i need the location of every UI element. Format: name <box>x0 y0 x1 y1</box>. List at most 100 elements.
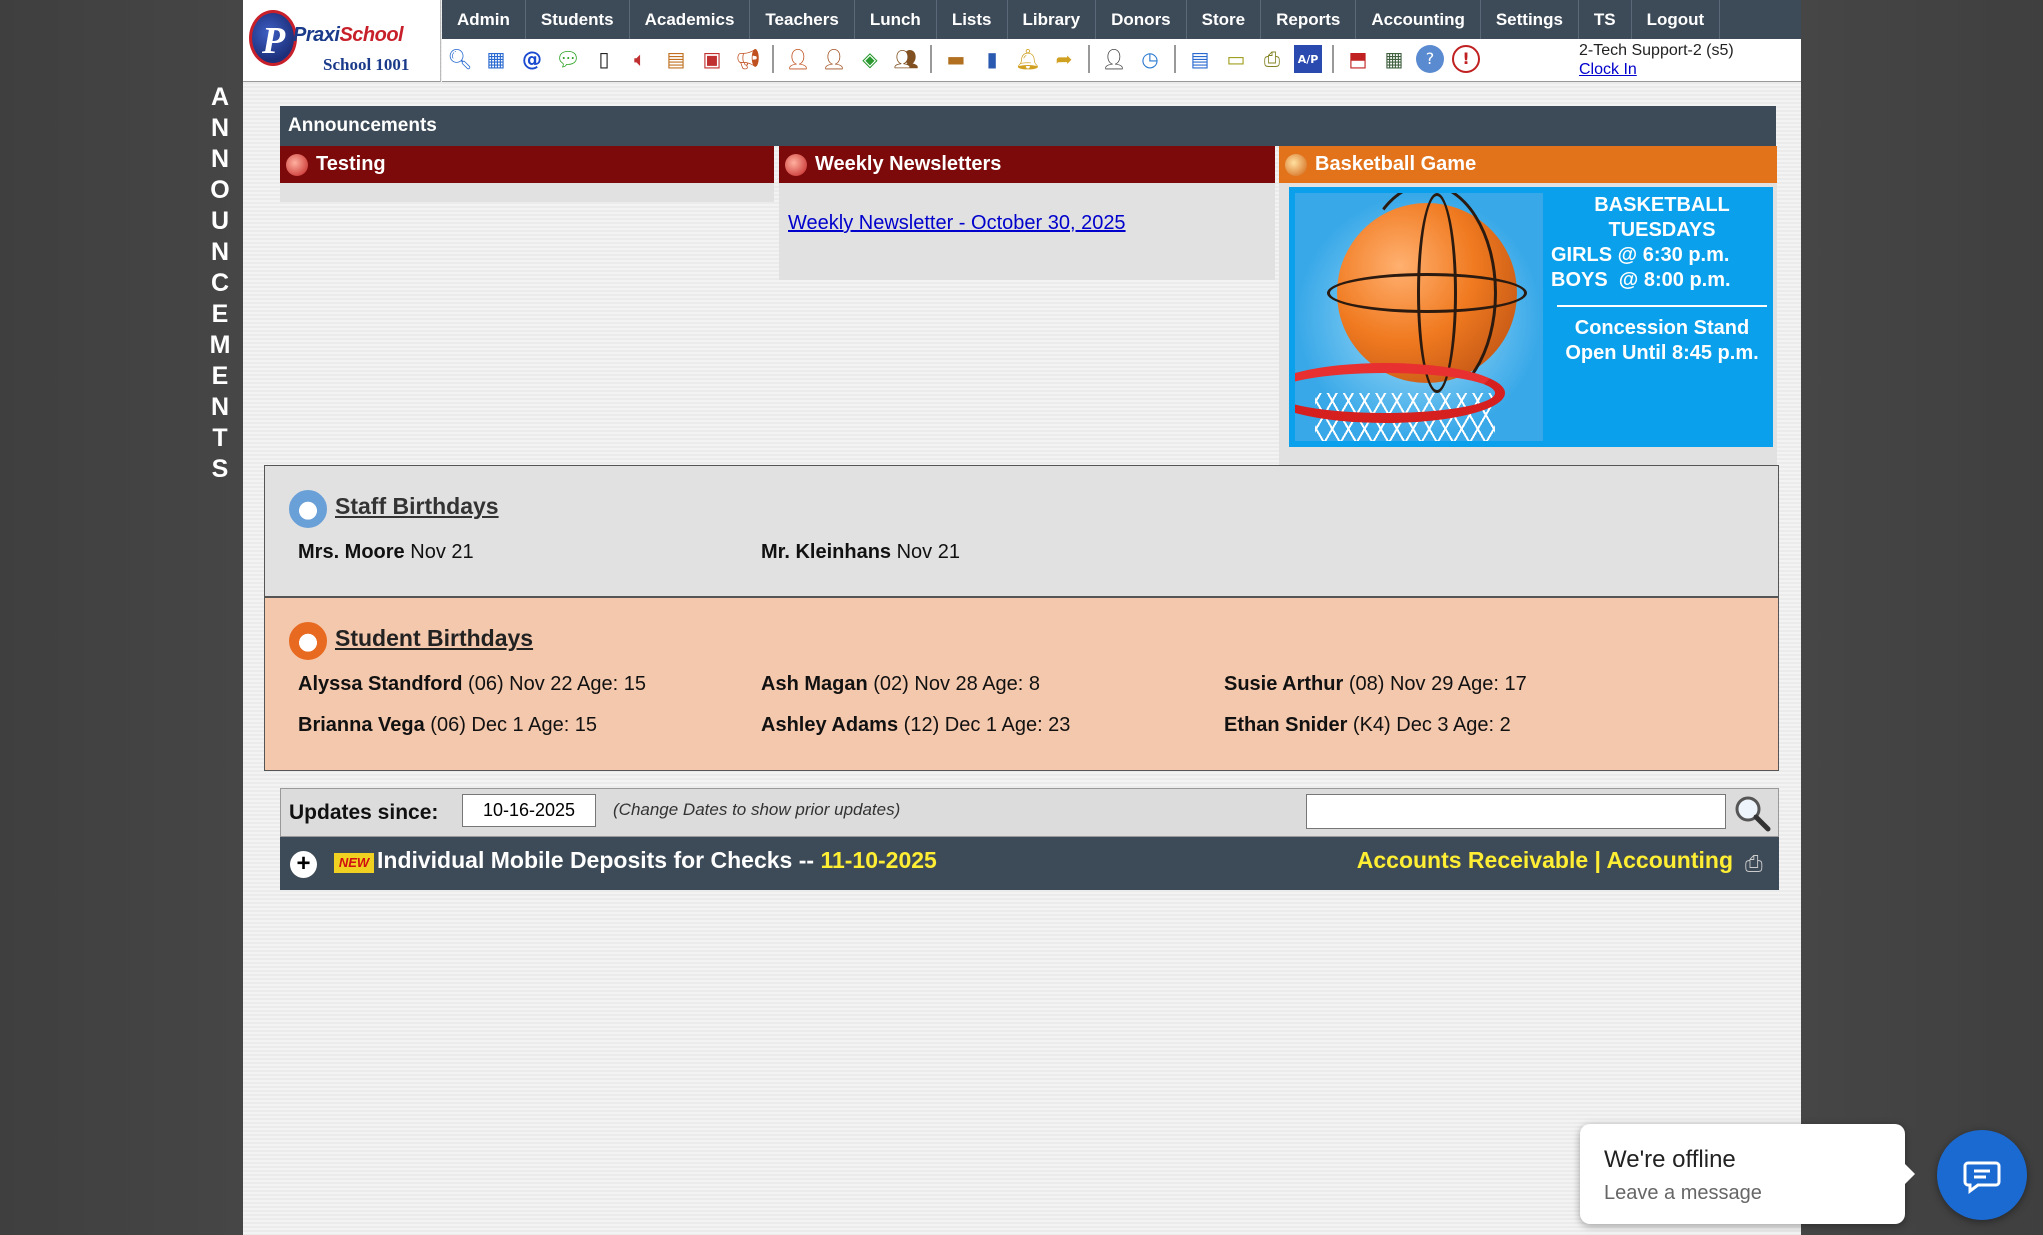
nav-students[interactable]: Students <box>526 0 630 39</box>
user-icon[interactable]: 👤︎ <box>820 45 848 73</box>
nav-reports[interactable]: Reports <box>1261 0 1357 39</box>
announcement-body <box>280 183 774 202</box>
side-letter: E <box>211 300 229 328</box>
update-item: + NEW Individual Mobile Deposits for Che… <box>280 837 1779 890</box>
main-frame: P PraxiSchool School 1001 Admin Students… <box>243 0 1801 1235</box>
update-categories: Accounts Receivable | Accounting <box>1356 847 1734 873</box>
expand-icon[interactable]: + <box>290 851 317 878</box>
nav-academics[interactable]: Academics <box>630 0 751 39</box>
nav-accounting[interactable]: Accounting <box>1356 0 1481 39</box>
search-icon[interactable] <box>1732 793 1772 833</box>
logo[interactable]: P PraxiSchool School 1001 <box>243 0 441 82</box>
birthday-cake-icon <box>289 490 327 528</box>
chat-popup[interactable]: We're offline Leave a message <box>1580 1124 1915 1224</box>
window-icon[interactable]: ▤ <box>662 45 690 73</box>
alert-icon[interactable]: ! <box>1452 45 1480 73</box>
nav-ts[interactable]: TS <box>1579 0 1632 39</box>
nav-store[interactable]: Store <box>1187 0 1262 39</box>
pdf-icon[interactable]: ⬒ <box>1344 45 1372 73</box>
basketball-flyer: BASKETBALL TUESDAYS GIRLS @ 6:30 p.m. BO… <box>1289 187 1773 447</box>
birthday-entry: Mrs. Moore Nov 21 <box>298 541 474 563</box>
birthday-entry: Mr. Kleinhans Nov 21 <box>761 541 960 563</box>
chat-action[interactable]: Leave a message <box>1604 1182 1762 1205</box>
side-letter: N <box>210 238 230 266</box>
birthday-entry: Ethan Snider (K4) Dec 3 Age: 2 <box>1224 714 1511 736</box>
student-birthdays-title[interactable]: Student Birthdays <box>335 625 533 652</box>
card-icon[interactable]: ▭ <box>1222 45 1250 73</box>
updates-filter: Updates since: 10-16-2025 (Change Dates … <box>280 788 1779 837</box>
list-icon[interactable]: ▤ <box>1186 45 1214 73</box>
nav-donors[interactable]: Donors <box>1096 0 1187 39</box>
side-letter: A <box>210 83 230 111</box>
announcement-weekly-newsletters: Weekly Newsletters Weekly Newsletter - O… <box>779 146 1275 280</box>
calendar-icon[interactable]: ▣ <box>698 45 726 73</box>
announcement-body: BASKETBALL TUESDAYS GIRLS @ 6:30 p.m. BO… <box>1279 183 1777 465</box>
birthday-entry: Brianna Vega (06) Dec 1 Age: 15 <box>298 714 598 736</box>
side-letter: N <box>210 393 230 421</box>
birthday-entry: Alyssa Standford (06) Nov 22 Age: 15 <box>298 673 646 695</box>
nav-settings[interactable]: Settings <box>1481 0 1579 39</box>
chat-bubble-icon <box>1963 1161 2001 1194</box>
announcements-header: Announcements <box>280 106 1776 146</box>
category-link[interactable]: Accounts Receivable <box>1357 847 1588 873</box>
chat-icon[interactable]: 💬︎ <box>554 45 582 73</box>
users-icon[interactable]: 👥︎ <box>892 45 920 73</box>
announcements-side-banner: A N N O U N C E M E N T S <box>208 82 232 485</box>
school-name: School 1001 <box>323 55 410 74</box>
announcement-icon <box>286 154 308 176</box>
main-nav: Admin Students Academics Teachers Lunch … <box>442 0 1801 39</box>
birthday-cake-icon <box>289 622 327 660</box>
flyer-text: BASKETBALL TUESDAYS GIRLS @ 6:30 p.m. BO… <box>1551 193 1773 366</box>
chat-status: We're offline <box>1604 1146 1736 1173</box>
staff-birthdays-title[interactable]: Staff Birthdays <box>335 493 499 520</box>
grid-icon[interactable]: ▦ <box>482 45 510 73</box>
nav-admin[interactable]: Admin <box>442 0 526 39</box>
nav-library[interactable]: Library <box>1008 0 1097 39</box>
staff-icon[interactable]: 👤︎ <box>1100 45 1128 73</box>
basketball-image <box>1295 193 1543 441</box>
clock-in-link[interactable]: Clock In <box>1579 60 1734 79</box>
book-icon[interactable]: ▮ <box>978 45 1006 73</box>
toolbar-separator <box>1332 45 1334 73</box>
email-icon[interactable]: @ <box>518 45 546 73</box>
birthday-entry: Ashley Adams (12) Dec 1 Age: 23 <box>761 714 1071 736</box>
printer-icon[interactable]: ⎙ <box>1258 45 1286 73</box>
user-add-icon[interactable]: 👤︎ <box>784 45 812 73</box>
money-icon[interactable]: ◈ <box>856 45 884 73</box>
quick-toolbar: 🔍︎ ▦ @ 💬︎ ▯ 🔈︎ ▤ ▣ 📢︎ 👤︎ 👤︎ ◈ 👥︎ ▬ ▮ 🔔︎ … <box>442 39 1801 82</box>
updates-search-input[interactable] <box>1306 794 1726 829</box>
cash-icon[interactable]: ▦ <box>1380 45 1408 73</box>
category-link[interactable]: Accounting <box>1607 847 1734 873</box>
nav-lunch[interactable]: Lunch <box>855 0 937 39</box>
lunch-icon[interactable]: ▬ <box>942 45 970 73</box>
ap-icon[interactable]: A/P <box>1294 45 1322 73</box>
newsletter-link[interactable]: Weekly Newsletter - October 30, 2025 <box>788 212 1126 235</box>
bell-icon[interactable]: 🔔︎ <box>1014 45 1042 73</box>
nav-teachers[interactable]: Teachers <box>750 0 855 39</box>
student-birthdays: Student Birthdays Alyssa Standford (06) … <box>264 597 1779 771</box>
chat-button[interactable] <box>1937 1130 2027 1220</box>
announcement-icon <box>785 154 807 176</box>
search-icon[interactable]: 🔍︎ <box>446 45 474 73</box>
staff-birthdays: Staff Birthdays Mrs. Moore Nov 21 Mr. Kl… <box>264 465 1779 597</box>
mobile-icon[interactable]: ▯ <box>590 45 618 73</box>
birthday-entry: Susie Arthur (08) Nov 29 Age: 17 <box>1224 673 1527 695</box>
help-icon[interactable]: ? <box>1416 45 1444 73</box>
user-info: 2-Tech Support-2 (s5) Clock In <box>1579 41 1734 79</box>
clock-icon[interactable]: ◷ <box>1136 45 1164 73</box>
side-letter: N <box>210 114 230 142</box>
nav-lists[interactable]: Lists <box>937 0 1008 39</box>
speaker-icon[interactable]: 🔈︎ <box>626 45 654 73</box>
announcement-testing: Testing <box>280 146 774 202</box>
basketball-graphic <box>1327 193 1527 403</box>
announcement-basketball: Basketball Game BASKETBALL TUESDAYS GIRL… <box>1279 146 1777 465</box>
updates-hint: (Change Dates to show prior updates) <box>613 800 901 819</box>
side-letter: C <box>210 269 230 297</box>
side-letter: O <box>210 176 230 204</box>
printer-icon[interactable]: ⎙ <box>1745 851 1771 877</box>
export-icon[interactable]: ➦ <box>1050 45 1078 73</box>
side-letter: T <box>212 424 228 452</box>
megaphone-icon[interactable]: 📢︎ <box>734 45 762 73</box>
updates-date-input[interactable]: 10-16-2025 <box>462 794 596 827</box>
nav-logout[interactable]: Logout <box>1632 0 1721 39</box>
